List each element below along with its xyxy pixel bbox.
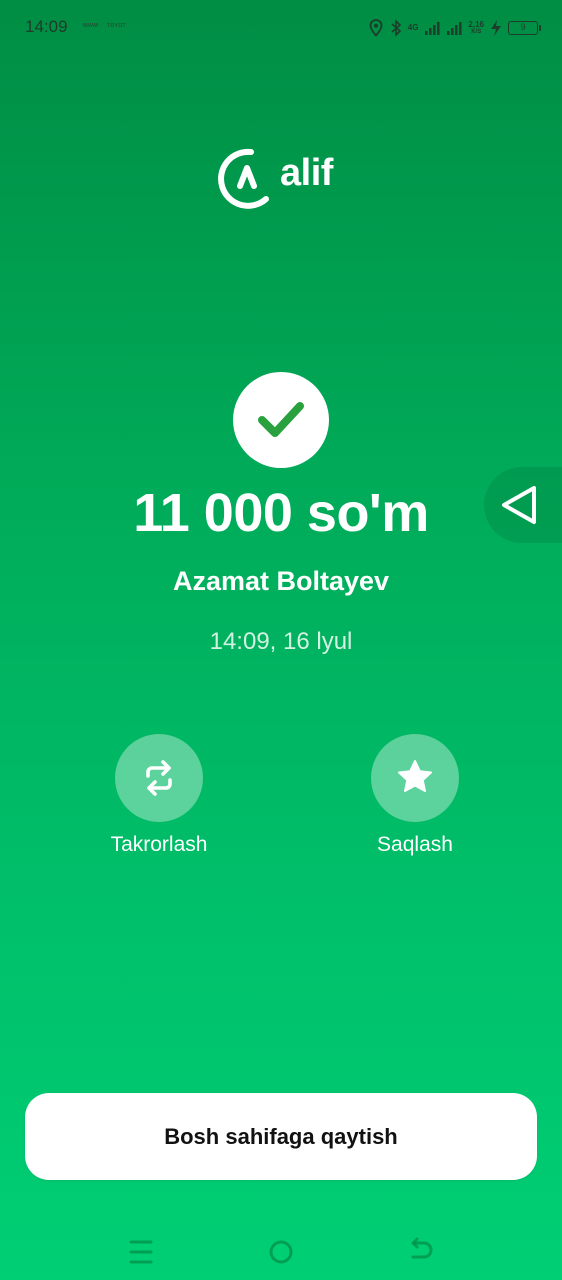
menu-icon — [129, 1240, 153, 1264]
payment-datetime: 14:09, 16 lyul — [209, 628, 353, 655]
home-icon — [269, 1240, 293, 1264]
back-to-home-button[interactable]: Bosh sahifaga qaytish — [25, 1093, 537, 1180]
star-icon — [398, 760, 432, 792]
signal-icon — [424, 20, 440, 36]
signal-icon — [446, 20, 462, 36]
repeat-label: Takrorlash — [110, 833, 208, 856]
status-mini-label: ᴍᴡᴍ — [83, 22, 99, 29]
bluetooth-icon — [390, 19, 402, 37]
network-speed-value: 2,16 — [468, 19, 484, 29]
repeat-button[interactable] — [115, 734, 203, 822]
floating-back-button[interactable] — [484, 467, 562, 543]
success-badge — [233, 372, 329, 468]
home-nav-button[interactable] — [261, 1232, 301, 1272]
status-bar: 14:09 ᴍᴡᴍ ᴛᴏʏᴏᴛ 4G 2,16 K/S 9 — [0, 0, 562, 56]
back-triangle-icon — [502, 486, 536, 524]
alif-logo: alif — [216, 146, 356, 216]
status-mini-label: ᴛᴏʏᴏᴛ — [107, 22, 126, 29]
save-label: Saqlash — [377, 833, 453, 856]
payment-amount: 11 000 so'm — [133, 483, 429, 543]
save-button[interactable] — [371, 734, 459, 822]
system-navigation-bar — [0, 1210, 562, 1280]
checkmark-icon — [258, 402, 304, 437]
payment-success-screen: 14:09 ᴍᴡᴍ ᴛᴏʏᴏᴛ 4G 2,16 K/S 9 alif 11 00… — [0, 0, 562, 1280]
network-type: 4G — [407, 23, 419, 32]
repeat-action[interactable]: Takrorlash — [79, 734, 239, 874]
back-nav-button[interactable] — [401, 1232, 441, 1272]
menu-nav-button[interactable] — [121, 1232, 161, 1272]
status-icons: 4G 2,16 K/S 9 — [368, 16, 541, 40]
status-time: 14:09 — [25, 17, 68, 36]
network-speed: 2,16 K/S — [468, 19, 484, 36]
recipient-name: Azamat Boltayev — [172, 566, 390, 596]
charging-icon — [490, 19, 502, 37]
network-speed-unit: K/S — [471, 28, 482, 35]
battery-icon: 9 — [508, 21, 541, 35]
repeat-icon — [146, 760, 172, 796]
back-icon — [411, 1237, 433, 1259]
alif-logo-icon — [218, 148, 269, 209]
location-icon — [368, 19, 384, 37]
save-action[interactable]: Saqlash — [335, 734, 495, 874]
brand-name: alif — [280, 152, 333, 194]
